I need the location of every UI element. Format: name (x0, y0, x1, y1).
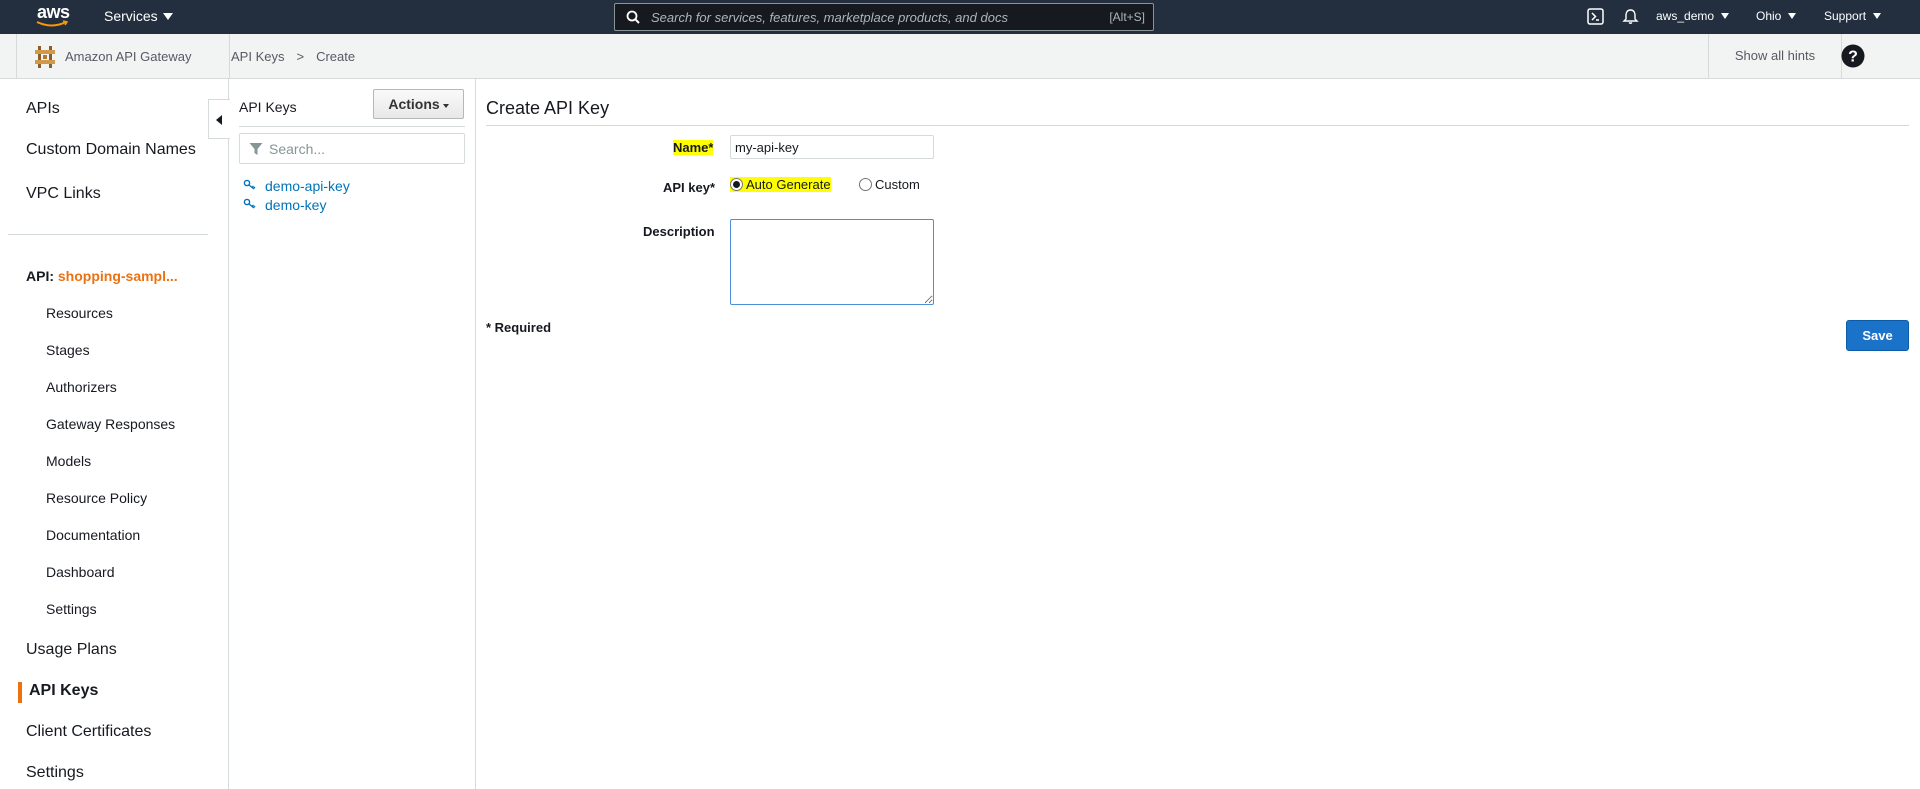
nav-item-apis[interactable]: APIs (26, 100, 60, 118)
save-button[interactable]: Save (1846, 320, 1909, 351)
api-key-name: demo-api-key (265, 178, 350, 194)
radio-unselected-icon (859, 178, 872, 191)
aws-logo[interactable]: aws (34, 2, 74, 30)
nav-item-vpc-links[interactable]: VPC Links (26, 185, 101, 203)
collapse-nav-button[interactable] (208, 99, 230, 139)
actions-dropdown-button[interactable]: Actions (373, 89, 464, 119)
nav-item-api-keys[interactable]: API Keys (29, 682, 98, 700)
caret-left-icon (216, 115, 222, 125)
breadcrumb-api-keys[interactable]: API Keys (231, 49, 284, 64)
support-label: Support (1824, 9, 1867, 23)
caret-down-icon (1788, 13, 1797, 19)
caret-down-icon (1721, 13, 1730, 19)
panel-divider (239, 126, 465, 127)
api-keys-panel-title: API Keys (239, 99, 297, 115)
caret-down-icon (162, 13, 173, 20)
search-shortcut-hint: [Alt+S] (1109, 10, 1145, 24)
description-label: Description (643, 224, 715, 239)
global-search-box[interactable]: [Alt+S] (614, 3, 1154, 31)
breadcrumb-create: Create (316, 49, 356, 64)
api-key-search-input[interactable] (269, 141, 454, 157)
nav-item-usage-plans[interactable]: Usage Plans (26, 641, 117, 659)
nav-item-models[interactable]: Models (46, 453, 91, 469)
api-name: shopping-sampl... (57, 268, 178, 284)
services-label: Services (104, 8, 158, 24)
service-home-link[interactable]: Amazon API Gateway (16, 34, 230, 78)
radio-custom-label: Custom (875, 177, 920, 192)
region-name: Ohio (1756, 9, 1782, 23)
account-menu[interactable]: aws_demo (1656, 9, 1730, 23)
api-key-list-item[interactable]: demo-api-key (243, 178, 350, 194)
api-keys-panel: API Keys Actions demo-api-key demo-key (229, 79, 476, 789)
left-navigation: APIs Custom Domain Names VPC Links API: … (0, 79, 229, 789)
nav-item-gateway-responses[interactable]: Gateway Responses (46, 416, 175, 432)
support-menu[interactable]: Support (1824, 9, 1882, 23)
radio-auto-generate-highlight: Auto Generate (730, 177, 831, 192)
nav-divider (8, 234, 208, 235)
nav-item-custom-domain-names[interactable]: Custom Domain Names (26, 141, 196, 159)
bell-icon[interactable] (1622, 8, 1639, 25)
caret-down-icon (442, 104, 449, 108)
description-field[interactable] (730, 219, 934, 305)
name-label-text: Name* (673, 140, 714, 155)
key-icon (243, 179, 256, 190)
radio-auto-generate-label: Auto Generate (746, 177, 831, 192)
nav-item-documentation[interactable]: Documentation (46, 527, 140, 543)
nav-item-client-certificates[interactable]: Client Certificates (26, 723, 151, 741)
nav-item-api-settings[interactable]: Settings (46, 601, 97, 617)
breadcrumb-separator: > (296, 49, 305, 64)
services-menu[interactable]: Services (104, 8, 173, 24)
radio-auto-generate[interactable]: Auto Generate (730, 177, 831, 192)
name-field[interactable] (730, 135, 934, 159)
selected-api-title[interactable]: API: shopping-sampl... (26, 268, 178, 284)
create-api-key-form: Create API Key Name* API key* Auto Gener… (477, 79, 1920, 789)
api-key-label: API key* (663, 180, 716, 195)
api-prefix: API: (26, 268, 54, 284)
region-menu[interactable]: Ohio (1756, 9, 1797, 23)
nav-item-dashboard[interactable]: Dashboard (46, 564, 115, 580)
page-title: Create API Key (486, 98, 610, 118)
name-label: Name* (673, 140, 714, 155)
api-key-name: demo-key (265, 197, 327, 213)
breadcrumb: API Keys > Create (231, 49, 355, 64)
show-all-hints-button[interactable]: Show all hints (1708, 34, 1842, 78)
nav-item-settings[interactable]: Settings (26, 764, 84, 782)
required-note: * Required (486, 320, 552, 335)
api-gateway-icon (33, 45, 57, 69)
radio-custom[interactable]: Custom (859, 177, 920, 192)
service-header: Amazon API Gateway API Keys > Create Show … (0, 34, 1920, 79)
active-indicator (18, 682, 22, 703)
account-name: aws_demo (1656, 9, 1715, 23)
cloudshell-icon[interactable] (1587, 8, 1604, 25)
nav-item-resources[interactable]: Resources (46, 305, 113, 321)
api-key-search-box[interactable] (239, 133, 465, 164)
help-icon[interactable]: ? (1841, 44, 1865, 68)
key-icon (243, 198, 256, 209)
filter-icon (249, 143, 263, 155)
global-search-input[interactable] (651, 7, 1071, 27)
search-icon (626, 10, 640, 24)
title-divider (486, 125, 1909, 126)
nav-item-resource-policy[interactable]: Resource Policy (46, 490, 147, 506)
svg-text:?: ? (1848, 49, 1858, 66)
radio-selected-icon (730, 178, 743, 191)
api-key-list-item[interactable]: demo-key (243, 197, 326, 213)
nav-item-authorizers[interactable]: Authorizers (46, 379, 117, 395)
caret-down-icon (1873, 13, 1882, 19)
actions-label: Actions (388, 96, 440, 112)
nav-item-stages[interactable]: Stages (46, 342, 90, 358)
top-navigation-bar: aws Services [Alt+S] aws_demo Ohio Suppo… (0, 0, 1920, 34)
service-name: Amazon API Gateway (65, 49, 192, 64)
aws-smile-icon (36, 20, 69, 27)
